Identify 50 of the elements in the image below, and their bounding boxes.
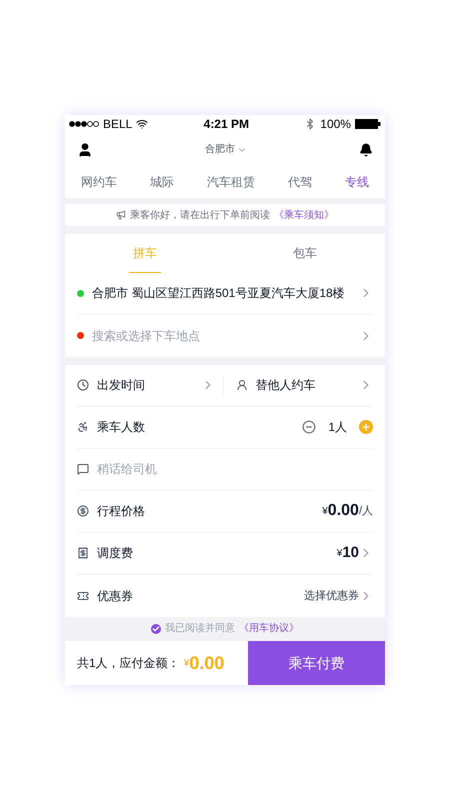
message-field[interactable]: 稍话给司机 [97, 460, 373, 478]
total-amount: 0.00 [189, 652, 224, 675]
agreement-text: 我已阅读并同意 [165, 622, 235, 636]
battery-icon [354, 119, 381, 129]
agreement-link[interactable]: 《用车协议》 [239, 621, 299, 636]
price-unit: /人 [358, 504, 373, 520]
pay-button[interactable]: 乘车付费 [248, 641, 385, 685]
pickup-location[interactable]: 合肥市 蜀山区望江西路501号亚夏汽车大厦18楼 [92, 284, 359, 302]
currency-sign: ¥ [322, 504, 328, 519]
service-tab[interactable]: 网约车 [81, 173, 117, 192]
carrier: BELL [103, 116, 132, 133]
profile-icon[interactable] [77, 142, 93, 158]
service-tab[interactable]: 代驾 [288, 173, 312, 192]
plus-icon [361, 422, 371, 432]
notification-icon[interactable] [359, 142, 373, 157]
service-tab[interactable]: 汽车租赁 [207, 173, 255, 192]
passenger-label: 乘车人数 [97, 419, 146, 436]
service-tab[interactable]: 城际 [150, 173, 174, 192]
message-icon [77, 463, 89, 476]
price-icon [77, 505, 89, 518]
price-label: 行程价格 [97, 503, 146, 520]
notice-text: 乘客你好，请在出行下单前阅读 [130, 208, 270, 223]
fee-amount: 10 [342, 543, 359, 564]
price-amount: 0.00 [328, 501, 359, 522]
fee-icon [77, 547, 89, 560]
notice-link[interactable]: 《乘车须知》 [274, 208, 334, 223]
fee-label: 调度费 [97, 545, 134, 562]
clock: 4:21 PM [204, 116, 249, 133]
passenger-count: 1人 [328, 419, 347, 436]
signal-icon [69, 121, 99, 127]
city-selector[interactable]: 合肥市 [205, 142, 247, 158]
currency-sign: ¥ [336, 546, 342, 561]
coupon-selector[interactable]: 选择优惠券 [304, 588, 359, 604]
battery-percent: 100% [320, 116, 351, 133]
person-icon [236, 379, 248, 392]
decrease-button[interactable] [302, 420, 316, 434]
check-icon [152, 624, 160, 633]
ticket-icon [77, 590, 89, 602]
payment-summary: 共1人，应付金额： [77, 655, 180, 672]
departure-time-button[interactable]: 出发时间 [97, 376, 200, 394]
currency-sign: ¥ [184, 656, 190, 671]
coupon-label: 优惠券 [97, 588, 134, 605]
ride-type-tab[interactable]: 包车 [289, 234, 321, 273]
seat-icon [77, 421, 89, 434]
clock-icon [77, 379, 89, 392]
service-tab[interactable]: 专线 [345, 173, 369, 192]
agree-checkbox[interactable] [151, 624, 161, 634]
book-for-others-button[interactable]: 替他人约车 [256, 376, 359, 394]
destination-field[interactable]: 搜索或选择下车地点 [92, 326, 359, 345]
megaphone-icon [116, 210, 126, 220]
